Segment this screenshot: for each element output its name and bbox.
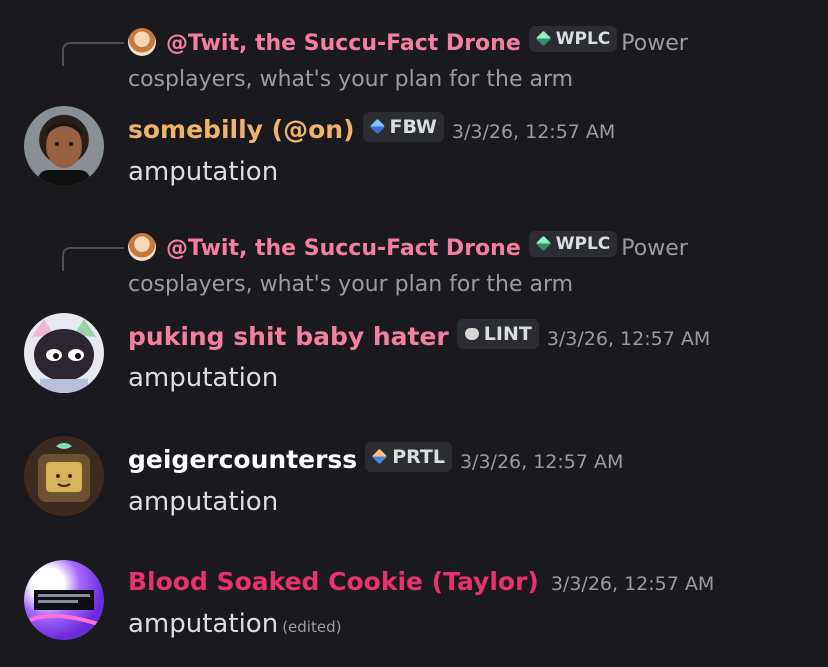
reply-preview[interactable]: @Twit, the Succu-Fact Drone WPLC Power cos… (128, 26, 808, 98)
message-header: somebilly (@on) FBW 3/3/26, 12:57 AM (128, 112, 615, 150)
reply-author[interactable]: @Twit, the Succu-Fact Drone (166, 236, 521, 261)
username[interactable]: Blood Soaked Cookie (Taylor) (128, 567, 539, 596)
server-tag[interactable]: LINT (456, 319, 539, 349)
timestamp[interactable]: 3/3/26, 12:57 AM (452, 121, 615, 143)
avatar[interactable] (24, 313, 104, 393)
tag-icon (536, 31, 552, 47)
message-content: amputation (edited) (128, 606, 341, 645)
username[interactable]: puking shit baby hater (128, 322, 449, 351)
diamond-icon (370, 119, 386, 135)
avatar[interactable] (24, 436, 104, 516)
reply-connector (62, 42, 124, 66)
edited-label: (edited) (282, 618, 342, 636)
server-tag[interactable]: FBW (362, 112, 444, 142)
reply-tag: WPLC (528, 26, 618, 52)
reply-avatar (128, 28, 156, 56)
username[interactable]: somebilly (@on) (128, 115, 355, 144)
server-tag[interactable]: PRTL (365, 442, 452, 472)
message-header: geigercounterss PRTL 3/3/26, 12:57 AM (128, 442, 623, 480)
fox-icon (464, 326, 480, 342)
reply-text: cosplayers, what's your plan for the arm (128, 67, 574, 92)
reply-text: cosplayers, what's your plan for the arm (128, 272, 574, 297)
avatar[interactable] (24, 106, 104, 186)
timestamp[interactable]: 3/3/26, 12:57 AM (551, 573, 714, 595)
reply-connector (62, 247, 124, 271)
message-text: amputation (128, 609, 279, 639)
timestamp[interactable]: 3/3/26, 12:57 AM (547, 328, 710, 350)
tag-icon (536, 236, 552, 252)
timestamp[interactable]: 3/3/26, 12:57 AM (460, 451, 623, 473)
message-header: puking shit baby hater LINT 3/3/26, 12:57 … (128, 319, 710, 357)
diamond-icon (372, 449, 388, 465)
reply-avatar (128, 233, 156, 261)
message-content: amputation (128, 157, 279, 187)
message-content: amputation (128, 363, 279, 393)
username[interactable]: geigercounterss (128, 445, 357, 474)
reply-tag: WPLC (528, 231, 618, 257)
reply-text-start: Power (621, 236, 688, 261)
reply-author[interactable]: @Twit, the Succu-Fact Drone (166, 31, 521, 56)
reply-text-start: Power (621, 31, 688, 56)
message-header: Blood Soaked Cookie (Taylor) 3/3/26, 12:5… (128, 564, 714, 602)
message-content: amputation (128, 487, 279, 517)
avatar[interactable] (24, 560, 104, 640)
reply-preview[interactable]: @Twit, the Succu-Fact Drone WPLC Power cos… (128, 231, 808, 303)
